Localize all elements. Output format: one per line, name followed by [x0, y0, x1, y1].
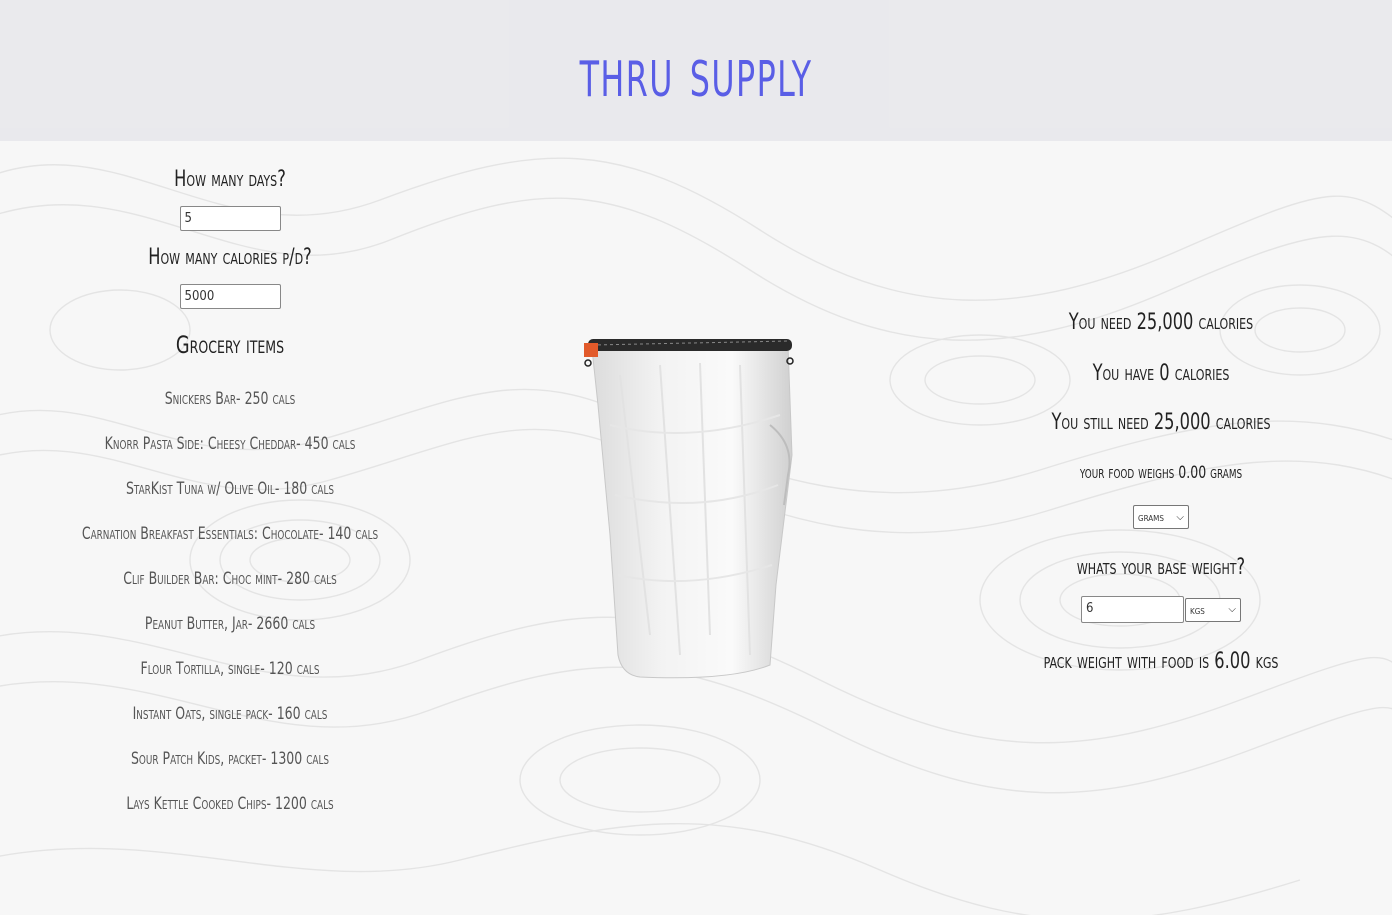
grocery-item-lays[interactable]: Lays Kettle Cooked Chips- 1200 cals [41, 782, 418, 827]
chevron-down-icon: ⌵ [1176, 511, 1184, 523]
grocery-item-peanut-butter[interactable]: Peanut Butter, Jar- 2660 cals [41, 602, 418, 647]
food-weight-text: your food weighs 0.00 grams [1079, 463, 1243, 483]
results-panel: You need 25,000 calories You have 0 calo… [930, 300, 1392, 674]
grocery-item-knorr[interactable]: Knorr Pasta Side: Cheesy Cheddar- 450 ca… [41, 422, 418, 467]
calories-needed-text: You need 25,000 calories [1068, 310, 1254, 335]
base-weight-input[interactable]: 6 [1081, 596, 1184, 623]
days-label: How many days? [174, 167, 286, 192]
inputs-panel: How many days? 5 How many calories p/d? … [0, 141, 460, 827]
site-title: thru supply [579, 31, 813, 113]
base-weight-unit-select[interactable]: kgs ⌵ [1185, 597, 1241, 622]
grocery-item-oats[interactable]: Instant Oats, single pack- 160 cals [41, 692, 418, 737]
calories-still-needed-text: You still need 25,000 calories [1051, 410, 1271, 435]
grocery-item-clif[interactable]: Clif Builder Bar: Choc mint- 280 cals [41, 557, 418, 602]
food-weight-unit-value: grams [1138, 510, 1164, 524]
food-weight-unit-select[interactable]: grams ⌵ [1133, 505, 1189, 529]
grocery-item-tortilla[interactable]: Flour Tortilla, single- 120 cals [41, 647, 418, 692]
base-weight-label: whats your base weight? [1076, 555, 1246, 580]
food-bag-image [580, 335, 800, 685]
days-input[interactable]: 5 [179, 206, 281, 231]
grocery-title: Grocery items [175, 331, 285, 359]
calories-have-text: You have 0 calories [1092, 361, 1230, 386]
calories-label: How many calories p/d? [148, 245, 312, 270]
pack-weight-text: pack weight with food is 6.00 kgs [1043, 649, 1279, 674]
grocery-item-sour-patch[interactable]: Sour Patch Kids, packet- 1300 cals [41, 737, 418, 782]
base-weight-unit-value: kgs [1190, 602, 1205, 617]
site-header: thru supply [0, 0, 1392, 141]
grocery-item-snickers[interactable]: Snickers Bar- 250 cals [41, 377, 418, 422]
grocery-item-tuna[interactable]: StarKist Tuna w/ Olive Oil- 180 cals [41, 467, 418, 512]
grocery-item-carnation[interactable]: Carnation Breakfast Essentials: Chocolat… [41, 512, 418, 557]
calories-input[interactable]: 5000 [179, 284, 281, 309]
chevron-down-icon: ⌵ [1228, 604, 1236, 615]
grocery-list: Snickers Bar- 250 cals Knorr Pasta Side:… [0, 377, 460, 827]
